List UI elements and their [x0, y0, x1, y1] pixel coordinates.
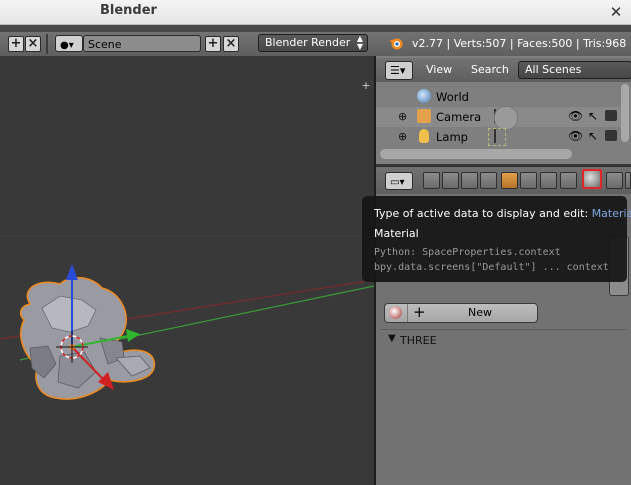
- render-camera-icon[interactable]: [605, 110, 617, 121]
- scene-browse-button[interactable]: ●▾: [55, 35, 83, 52]
- tab-scene[interactable]: [461, 172, 478, 189]
- world-icon: [417, 89, 431, 103]
- select-cursor-icon[interactable]: ↖: [588, 109, 598, 123]
- close-icon[interactable]: ✕: [606, 2, 626, 22]
- outliner-row-world[interactable]: World: [376, 87, 621, 107]
- tab-world[interactable]: [480, 172, 497, 189]
- tab-object[interactable]: [501, 172, 518, 189]
- expand-icon[interactable]: ⊕: [398, 130, 407, 143]
- tab-constraints[interactable]: [520, 172, 537, 189]
- info-header: + × ●▾ Scene + × Blender Render ▲ ▼ v2.77…: [0, 31, 631, 57]
- tooltip-heading: Type of active data to display and edit:…: [374, 207, 631, 220]
- tab-material[interactable]: [582, 169, 602, 189]
- outliner-item-label: Lamp: [436, 130, 468, 144]
- outliner-vertical-scrollbar[interactable]: [621, 84, 629, 142]
- add-scene-button[interactable]: +: [205, 36, 221, 52]
- collapse-arrow-icon: ▼: [388, 333, 396, 344]
- outliner-header: ☰▾ View Search All Scenes: [376, 58, 631, 82]
- render-engine-label: Blender Render: [265, 36, 351, 49]
- add-icon: +: [413, 303, 426, 321]
- remove-scene-button[interactable]: ×: [223, 36, 239, 52]
- tab-render[interactable]: [423, 172, 440, 189]
- expand-icon[interactable]: ⊕: [398, 110, 407, 123]
- 3d-viewport[interactable]: +: [0, 56, 374, 485]
- outliner-item-label: World: [436, 90, 469, 104]
- selected-mesh-object: [19, 276, 155, 400]
- dropdown-arrows-icon: ▲ ▼: [356, 34, 363, 51]
- display-mode-label: All Scenes: [525, 63, 582, 76]
- scene-statistics: v2.77 | Verts:507 | Faces:500 | Tris:968…: [412, 37, 631, 50]
- display-mode-dropdown[interactable]: All Scenes: [518, 61, 631, 79]
- outliner-item-label: Camera: [436, 110, 482, 124]
- view-menu[interactable]: View: [426, 63, 452, 76]
- blender-logo-icon: [388, 35, 404, 51]
- camera-object-icon: [417, 109, 431, 123]
- tab-data[interactable]: [560, 172, 577, 189]
- outliner-icon: ☰▾: [390, 64, 406, 77]
- lamp-object-icon: [419, 129, 429, 143]
- header-divider: [46, 34, 48, 54]
- button-divider: [407, 304, 408, 322]
- remove-screen-button[interactable]: ×: [25, 36, 41, 52]
- tab-particles[interactable]: [625, 172, 631, 189]
- tooltip: Type of active data to display and edit:…: [362, 196, 631, 282]
- new-button-label: New: [468, 306, 492, 319]
- outliner-row-lamp[interactable]: ⊕ Lamp 👁 ↖: [376, 127, 621, 147]
- editor-type-button[interactable]: ☰▾: [385, 61, 413, 80]
- add-screen-button[interactable]: +: [8, 36, 24, 52]
- new-material-button[interactable]: + New: [384, 303, 538, 323]
- tooltip-heading-text: Type of active data to display and edit:: [374, 207, 589, 220]
- tab-modifiers[interactable]: [540, 172, 557, 189]
- lamp-data-icon: [488, 128, 506, 146]
- region-expand-icon[interactable]: +: [360, 80, 372, 92]
- properties-icon: ▭▾: [390, 177, 405, 188]
- select-cursor-icon[interactable]: ↖: [588, 129, 598, 143]
- scene-name-field[interactable]: Scene: [83, 35, 201, 52]
- search-menu[interactable]: Search: [471, 63, 509, 76]
- panel-header-three[interactable]: ▼ THREE: [380, 329, 627, 350]
- outliner-row-camera[interactable]: ⊕ Camera 👁 ↖: [376, 106, 621, 130]
- panel-title: THREE: [400, 334, 437, 347]
- visibility-eye-icon[interactable]: 👁: [568, 109, 583, 123]
- tooltip-python-line1: Python: SpaceProperties.context: [374, 247, 561, 258]
- tab-render-layers[interactable]: [442, 172, 459, 189]
- window-title-bar: Blender ✕: [0, 0, 631, 25]
- render-camera-icon[interactable]: [605, 130, 617, 141]
- tooltip-python-line2: bpy.data.screens["Default"] ... context: [374, 262, 609, 273]
- visibility-eye-icon[interactable]: 👁: [568, 129, 583, 143]
- material-icon: [389, 306, 402, 319]
- tooltip-heading-value: Material: [591, 207, 631, 220]
- tooltip-subtitle: Material: [374, 227, 419, 240]
- tab-texture[interactable]: [606, 172, 623, 189]
- scene-icon: ●▾: [60, 40, 74, 51]
- outliner-horizontal-scrollbar[interactable]: [380, 149, 572, 159]
- editor-type-button[interactable]: ▭▾: [385, 172, 413, 190]
- window-title: Blender: [100, 3, 157, 18]
- render-engine-dropdown[interactable]: Blender Render ▲ ▼: [258, 34, 368, 52]
